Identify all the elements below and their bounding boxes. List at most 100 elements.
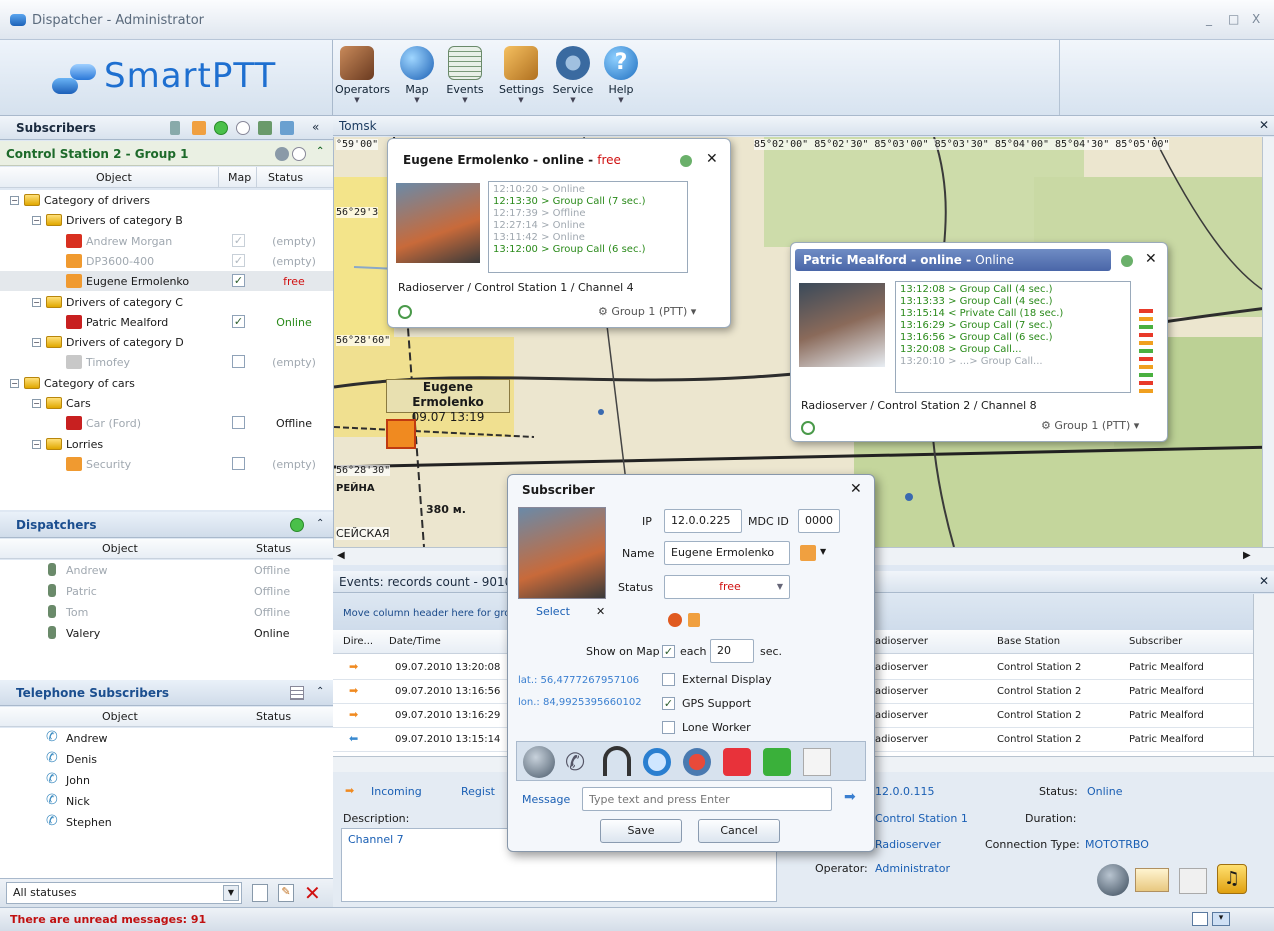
map-tab-title[interactable]: Tomsk xyxy=(339,119,377,133)
popup-group[interactable]: ⚙ Group 1 (PTT) ▾ xyxy=(598,305,696,318)
ptt-button-icon[interactable] xyxy=(1097,864,1129,896)
popup-pin-icon[interactable] xyxy=(680,155,692,167)
contact-card-dialog-icon[interactable] xyxy=(803,748,831,776)
dispatchers-column-object[interactable]: Object xyxy=(102,542,138,555)
remove-photo-icon[interactable]: ✕ xyxy=(596,605,605,618)
tree-folder[interactable]: − Category of cars xyxy=(0,373,333,393)
scroll-right-icon[interactable]: ▶ xyxy=(1243,550,1251,561)
map-vscrollbar[interactable] xyxy=(1262,137,1274,547)
dispatchers-online-icon[interactable] xyxy=(290,518,304,532)
collapse-panel-button[interactable]: « xyxy=(312,120,319,134)
telephone-grid-icon[interactable] xyxy=(290,686,304,700)
subscriber-type-icon[interactable] xyxy=(800,545,816,561)
tree-subscriber[interactable]: Car (Ford) Offline xyxy=(0,413,333,433)
search-icon[interactable] xyxy=(643,748,671,776)
show-on-map-checkbox[interactable]: ✓ xyxy=(232,233,245,247)
tree-toggle-icon[interactable]: − xyxy=(32,399,41,408)
toolbar-service[interactable]: Service ▼ xyxy=(551,46,595,104)
contact-card-icon[interactable] xyxy=(1179,868,1207,894)
scroll-left-icon[interactable]: ◀ xyxy=(337,550,345,561)
lock-icon[interactable] xyxy=(723,748,751,776)
telephone-column-status[interactable]: Status xyxy=(256,710,291,723)
tree-folder[interactable]: − Lorries xyxy=(0,434,333,454)
tree-toggle-icon[interactable]: − xyxy=(32,338,41,348)
send-arrow-icon[interactable]: ➡ xyxy=(844,789,856,805)
filter-radio-icon[interactable] xyxy=(170,121,180,135)
dispatcher-row[interactable]: Tom Offline xyxy=(0,602,333,622)
tree-subscriber[interactable]: Andrew Morgan ✓ (empty) xyxy=(0,231,333,251)
edit-icon[interactable]: ✎ xyxy=(278,884,294,902)
status-filter-select[interactable]: All statuses ▼ xyxy=(6,882,242,904)
cancel-button[interactable]: Cancel xyxy=(698,819,780,843)
tree-folder[interactable]: − Drivers of category C xyxy=(0,292,333,312)
minimize-button[interactable]: _ xyxy=(1206,12,1212,26)
dispatcher-row[interactable]: Andrew Offline xyxy=(0,560,333,580)
tree-toggle-icon[interactable]: − xyxy=(32,439,41,449)
telephone-row[interactable]: ✆ Andrew xyxy=(0,728,333,748)
maximize-button[interactable]: □ xyxy=(1228,12,1239,26)
popup-log[interactable]: 12:10:20 > Online 12:13:30 > Group Call (… xyxy=(488,181,688,273)
show-on-map-checkbox[interactable]: ✓ xyxy=(232,314,245,328)
map-close-icon[interactable]: ✕ xyxy=(1259,118,1269,132)
show-on-map-checkbox[interactable]: ✓ xyxy=(662,645,675,658)
telephone-collapse-icon[interactable]: ⌃ xyxy=(316,686,324,697)
popup-patric-pin-icon[interactable] xyxy=(1121,255,1133,267)
save-button[interactable]: Save xyxy=(600,819,682,843)
telephone-row[interactable]: ✆ Denis xyxy=(0,749,333,769)
tree-folder[interactable]: − Drivers of category D xyxy=(0,332,333,352)
column-status[interactable]: Status xyxy=(268,171,303,184)
lone-worker-checkbox[interactable] xyxy=(662,721,675,734)
mdc-field[interactable]: 0000 xyxy=(798,509,840,533)
popup-patric-group[interactable]: ⚙ Group 1 (PTT) ▾ xyxy=(1041,419,1139,432)
dialog-close-icon[interactable]: ✕ xyxy=(850,481,862,497)
tree-subscriber[interactable]: Timofey (empty) xyxy=(0,352,333,372)
tree-folder[interactable]: − Cars xyxy=(0,393,333,413)
column-base-station[interactable]: Base Station xyxy=(997,636,1060,647)
toolbar-settings[interactable]: Settings ▼ xyxy=(499,46,544,104)
message-envelope-icon[interactable] xyxy=(1135,868,1169,892)
tree-subscriber[interactable]: DP3600-400 ✓ (empty) xyxy=(0,251,333,271)
dispatcher-row[interactable]: Patric Offline xyxy=(0,581,333,601)
events-close-icon[interactable]: ✕ xyxy=(1259,574,1269,588)
location-icon[interactable] xyxy=(668,613,682,627)
telephone-column-object[interactable]: Object xyxy=(102,710,138,723)
notification-dropdown-icon[interactable]: ▾ xyxy=(1212,912,1230,926)
tree-toggle-icon[interactable]: − xyxy=(10,378,19,388)
tree-folder[interactable]: − Drivers of category B xyxy=(0,210,333,230)
popup-close-icon[interactable]: ✕ xyxy=(706,151,718,167)
call-icon[interactable]: ✆ xyxy=(565,748,585,776)
subscriber-group-header[interactable]: Control Station 2 - Group 1 ⌃ xyxy=(0,141,333,166)
tree-toggle-icon[interactable]: − xyxy=(32,297,41,307)
name-field[interactable]: Eugene Ermolenko xyxy=(664,541,790,565)
tree-subscriber[interactable]: Patric Mealford ✓ Online xyxy=(0,312,333,332)
message-input[interactable] xyxy=(582,787,832,811)
popup-patric-close-icon[interactable]: ✕ xyxy=(1145,251,1157,267)
column-map[interactable]: Map xyxy=(228,171,251,184)
layout-toggle-icon[interactable] xyxy=(1192,912,1208,926)
popup-patric-log[interactable]: 13:12:08 > Group Call (4 sec.) 13:13:33 >… xyxy=(895,281,1131,393)
filter-dispatcher-icon[interactable] xyxy=(258,121,272,135)
dispatcher-row[interactable]: Valery Online xyxy=(0,623,333,643)
status-select[interactable]: free ▼ xyxy=(664,575,790,599)
show-on-map-checkbox[interactable] xyxy=(232,355,245,369)
toolbar-help[interactable]: ? Help ▼ xyxy=(599,46,643,104)
dispatchers-column-status[interactable]: Status xyxy=(256,542,291,555)
column-object[interactable]: Object xyxy=(96,171,132,184)
tree-toggle-icon[interactable]: − xyxy=(10,196,19,205)
group-options-icon[interactable] xyxy=(275,147,289,161)
tree-subscriber[interactable]: Security (empty) xyxy=(0,454,333,474)
dialog-photo[interactable] xyxy=(518,507,606,599)
filter-online-icon[interactable] xyxy=(214,121,228,135)
ptt-icon[interactable] xyxy=(523,746,555,778)
show-on-map-checkbox[interactable] xyxy=(232,456,245,470)
close-button[interactable]: X xyxy=(1252,12,1260,26)
gps-support-checkbox[interactable]: ✓ xyxy=(662,697,675,710)
new-document-icon[interactable] xyxy=(252,884,268,902)
unread-messages[interactable]: There are unread messages: 91 xyxy=(10,913,206,926)
unlock-icon[interactable] xyxy=(763,748,791,776)
radio-filter-icon[interactable] xyxy=(688,613,700,627)
show-on-map-checkbox[interactable]: ✓ xyxy=(232,274,245,288)
group-options-icon-2[interactable] xyxy=(292,147,306,161)
music-alert-icon[interactable]: ♫ xyxy=(1217,864,1247,894)
headset-icon[interactable] xyxy=(603,746,631,776)
